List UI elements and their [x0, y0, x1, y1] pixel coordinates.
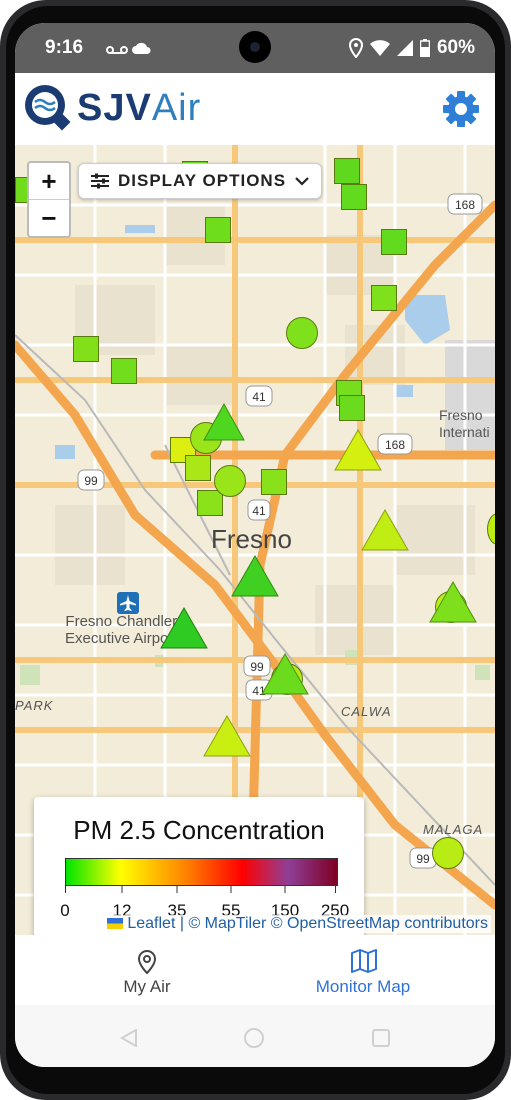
home-icon[interactable] — [243, 1027, 265, 1049]
sensor-marker-square[interactable] — [371, 285, 397, 311]
sensor-marker-triangle[interactable] — [429, 581, 477, 623]
sensor-marker-square[interactable] — [73, 336, 99, 362]
chevron-down-icon — [295, 176, 309, 186]
route-shield-label: 41 — [252, 390, 266, 404]
route-shield-label: 99 — [416, 852, 430, 866]
voicemail-icon — [106, 46, 128, 54]
route-shield-label: 41 — [252, 504, 266, 518]
recents-icon[interactable] — [372, 1029, 390, 1047]
city-label-fresno: Fresno — [211, 524, 292, 554]
sensor-marker-triangle[interactable] — [160, 607, 208, 649]
route-99-shield-icon: 99 — [77, 469, 105, 491]
ukraine-flag-icon — [106, 918, 123, 930]
sensor-marker-square[interactable] — [205, 217, 231, 243]
monitor-map[interactable]: 168 41 168 99 41 99 41 99 Fresno Fresno … — [15, 145, 495, 935]
status-icons: 60% — [348, 37, 475, 59]
bottom-navigation: My Air Monitor Map — [15, 935, 495, 1005]
location-icon — [348, 38, 363, 58]
sensor-marker-triangle[interactable] — [231, 555, 279, 597]
settings-gear-icon[interactable] — [441, 89, 481, 129]
route-41-shield-icon: 41 — [245, 385, 273, 407]
legend-tick-marks — [65, 885, 336, 893]
sensor-marker-triangle[interactable] — [203, 403, 245, 441]
display-options-label: DISPLAY OPTIONS — [118, 171, 287, 190]
nav-monitor-map-label: Monitor Map — [315, 977, 411, 996]
sensor-marker-square[interactable] — [339, 395, 365, 421]
sensor-marker-triangle[interactable] — [334, 429, 382, 471]
area-label-calwa: CALWA — [341, 704, 392, 719]
zoom-in-button[interactable]: + — [29, 163, 69, 199]
cloud-icon — [132, 42, 151, 54]
attribution-text: Leaflet | © MapTiler © OpenStreetMap con… — [127, 915, 488, 932]
sensor-marker-circle[interactable] — [214, 465, 246, 497]
wifi-icon — [369, 40, 390, 56]
status-bar: 9:16 60% — [15, 23, 495, 73]
battery-icon — [419, 39, 430, 57]
logo-sjv: SJV — [77, 87, 152, 129]
app-logo-text: SJVAir — [77, 83, 201, 133]
map-attribution[interactable]: Leaflet | © MapTiler © OpenStreetMap con… — [103, 915, 491, 933]
sensor-marker-square[interactable] — [111, 358, 137, 384]
legend-title: PM 2.5 Concentration — [73, 815, 325, 845]
back-icon[interactable] — [120, 1029, 138, 1047]
display-options-button[interactable]: DISPLAY OPTIONS — [78, 163, 323, 199]
area-label-malaga: MALAGA — [423, 822, 484, 837]
route-168-shield-icon: 168 — [377, 433, 413, 455]
route-41-shield-icon: 41 — [247, 499, 271, 521]
map-icon — [351, 949, 377, 973]
nav-my-air-label: My Air — [123, 977, 171, 996]
screen: 9:16 60% SJVAir 168 41 168 99 41 99 41 9… — [15, 23, 495, 1067]
sensor-marker-square[interactable] — [341, 184, 367, 210]
route-shield-label: 168 — [455, 198, 475, 212]
route-shield-label: 99 — [84, 474, 98, 488]
status-time: 9:16 — [45, 37, 84, 58]
system-navigation-bar — [15, 1005, 495, 1067]
legend-tick-label: 0 — [60, 901, 70, 920]
sensor-marker-square[interactable] — [261, 469, 287, 495]
battery-percent: 60% — [436, 37, 475, 58]
sensor-marker-circle[interactable] — [286, 317, 318, 349]
nav-monitor-map[interactable]: Monitor Map — [243, 935, 483, 1005]
route-shield-label: 168 — [385, 438, 405, 452]
sensor-marker-triangle[interactable] — [203, 715, 251, 757]
sensor-marker-square[interactable] — [185, 455, 211, 481]
front-camera — [239, 31, 271, 63]
area-label-park: PARK — [15, 698, 54, 713]
route-168-shield-icon: 168 — [447, 193, 483, 215]
logo-air: Air — [151, 87, 202, 129]
airport-icon — [117, 592, 139, 614]
map-pin-icon — [137, 949, 157, 975]
airport-label-fresno-intl: Fresno Internati — [439, 407, 490, 440]
zoom-out-button[interactable]: − — [29, 199, 69, 236]
nav-my-air[interactable]: My Air — [27, 935, 267, 1005]
sensor-marker-triangle[interactable] — [361, 509, 409, 551]
sjvair-logo-icon — [25, 85, 71, 131]
sensor-marker-square[interactable] — [197, 490, 223, 516]
sliders-icon — [91, 173, 109, 189]
sensor-marker-square[interactable] — [334, 158, 360, 184]
signal-icon — [396, 40, 413, 56]
legend-color-scale — [65, 858, 338, 886]
app-bar: SJVAir — [15, 73, 495, 145]
sensor-marker-circle[interactable] — [432, 837, 464, 869]
zoom-control: + − — [27, 161, 71, 238]
sensor-marker-square[interactable] — [381, 229, 407, 255]
sensor-marker-triangle[interactable] — [261, 653, 309, 695]
